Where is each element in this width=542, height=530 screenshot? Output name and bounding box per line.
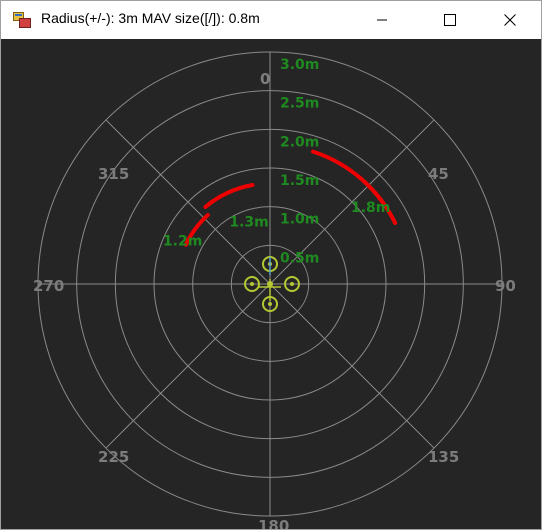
range-ring-label: 1.0m [280, 212, 319, 228]
bearing-label-135: 135 [428, 448, 459, 466]
obstacle-arc [203, 182, 255, 209]
bearing-label-45: 45 [428, 165, 449, 183]
range-ring-label: 2.5m [280, 96, 319, 112]
radar-canvas: 0.5m 1.0m 1.5m 2.0m 2.5m 3.0m 0 45 90 135 180 225 27… [33, 51, 516, 529]
bearing-label-0: 0 [260, 70, 270, 88]
bearing-label-225: 225 [98, 448, 129, 466]
bearing-spoke [105, 119, 271, 285]
obstacle-distance-label: 1.3m [229, 214, 268, 230]
close-icon [504, 14, 516, 26]
bearing-label-90: 90 [495, 277, 516, 295]
close-button[interactable] [487, 1, 533, 39]
obstacle-distance-label: 1.2m [163, 233, 202, 249]
range-ring-label: 3.0m [280, 57, 319, 73]
minimize-icon [377, 19, 387, 21]
app-window: Radius(+/-): 3m MAV size([/]): 0.8m 0.5m… [0, 0, 542, 530]
window-title: Radius(+/-): 3m MAV size([/]): 0.8m [41, 10, 260, 26]
range-ring-label: 0.5m [280, 250, 319, 266]
minimize-button[interactable] [359, 1, 405, 39]
bearing-label-180: 180 [258, 517, 289, 529]
bearing-label-315: 315 [98, 165, 129, 183]
bearing-spoke [269, 283, 435, 449]
title-bar[interactable]: Radius(+/-): 3m MAV size([/]): 0.8m [1, 1, 541, 39]
range-ring-label: 1.5m [280, 173, 319, 189]
maximize-icon [444, 14, 456, 26]
range-ring-label: 2.0m [280, 134, 319, 150]
app-icon [13, 12, 31, 28]
obstacle-distance-label: 1.8m [351, 200, 390, 216]
radar-view[interactable]: 0.5m 1.0m 1.5m 2.0m 2.5m 3.0m 0 45 90 135 180 225 27… [1, 39, 541, 529]
bearing-spoke [105, 283, 271, 449]
maximize-button[interactable] [427, 1, 473, 39]
bearing-label-270: 270 [33, 277, 64, 295]
